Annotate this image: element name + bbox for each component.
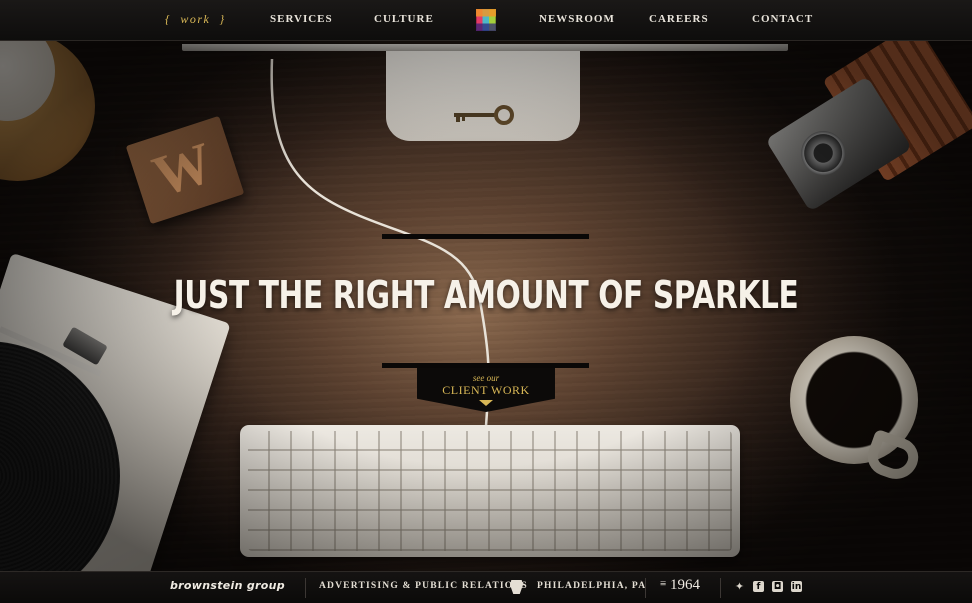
footer-tagline: ADVERTISING & PUBLIC RELATIONS [319,581,528,591]
brace-open: { [165,12,172,26]
cta-small-label: see our [472,373,500,383]
headline-rule-top [382,234,589,239]
linkedin-icon[interactable]: in [791,581,802,592]
color-square-logo-icon[interactable] [476,9,496,31]
hero-desk-scene: W JUST THE RIGHT AMOUNT OF SPARKLE see o… [0,41,972,571]
footer-divider [645,578,646,598]
hero-headline: JUST THE RIGHT AMOUNT OF SPARKLE [173,273,799,317]
twitter-icon[interactable]: ✦ [734,580,745,593]
brace-close: } [219,12,226,26]
brand-wordmark[interactable]: brownstein group [170,579,285,592]
nav-contact[interactable]: CONTACT [752,13,813,25]
footer-year: ≡ 1964 [660,577,700,594]
nav-careers[interactable]: CAREERS [649,13,709,25]
year-value: 1964 [669,577,700,593]
facebook-icon[interactable]: f [753,581,764,592]
year-prefix: ≡ [660,578,667,590]
nav-services[interactable]: SERVICES [270,13,333,25]
nav-work[interactable]: { work } [165,12,226,27]
keystone-icon [510,580,523,594]
top-navigation: { work } SERVICES CULTURE NEWSROOM CAREE… [0,0,972,41]
cta-main-label: CLIENT WORK [442,383,530,397]
headline-rule-bottom [382,363,589,368]
footer-location: PHILADELPHIA, PA [537,581,647,591]
nav-work-label: work [180,12,211,26]
footer-divider [720,578,721,598]
nav-newsroom[interactable]: NEWSROOM [539,13,615,25]
footer-divider [305,578,306,598]
nav-culture[interactable]: CULTURE [374,13,434,25]
instagram-icon[interactable]: ◘ [772,581,783,592]
chevron-down-icon [479,400,493,406]
footer-bar: brownstein group ADVERTISING & PUBLIC RE… [0,571,972,603]
